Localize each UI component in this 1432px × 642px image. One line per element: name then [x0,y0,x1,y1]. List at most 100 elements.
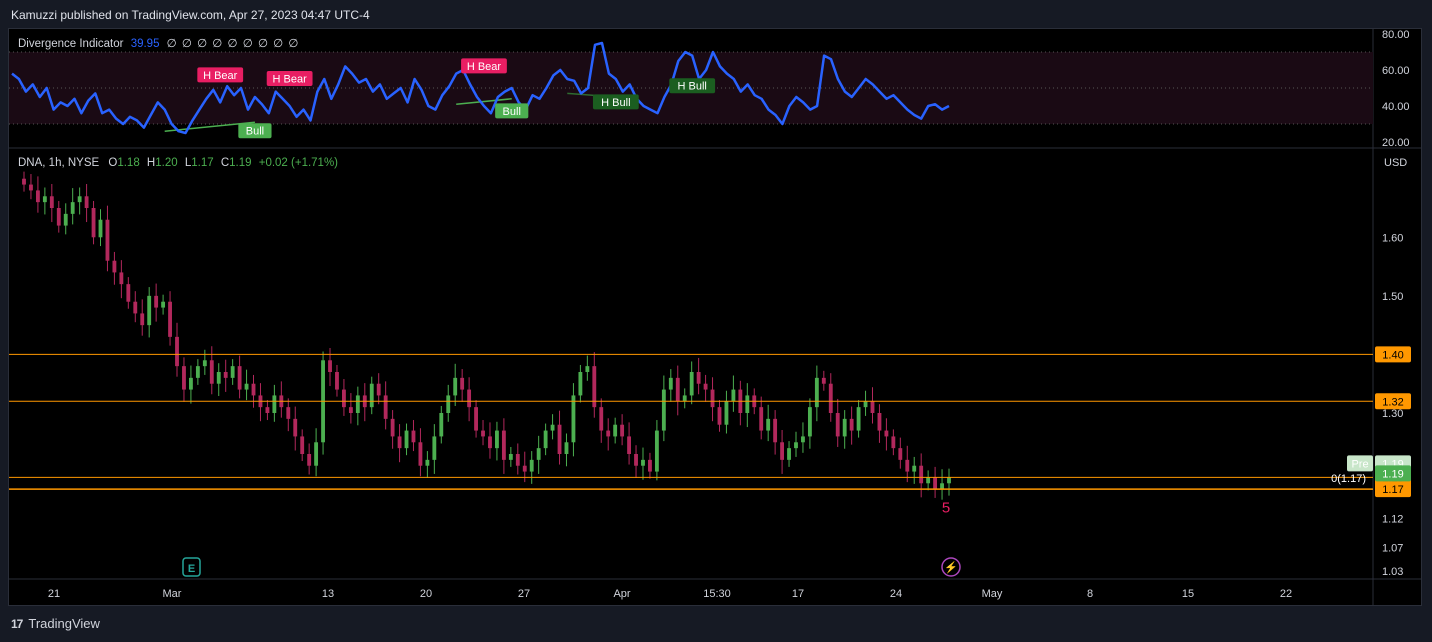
indicator-pane: H Bear H Bear Bull H Bear Bull H Bull H Bull [9,41,1373,139]
candle [209,346,214,395]
candle [98,209,103,247]
candle-body [453,377,458,396]
candle [105,205,110,272]
candle [592,352,597,418]
candle-body [495,430,499,449]
candle-body [161,301,166,308]
candle-body [293,418,298,437]
x-axis-tick: May [982,588,1003,600]
x-axis-tick: 17 [792,588,804,600]
candle-body [425,459,430,466]
chart-canvas[interactable]: H Bear H Bear Bull H Bear Bull H Bull H Bull 0… [9,29,1422,606]
divergence-label: Bull [495,103,529,119]
lightning-icon: ⚡ [941,557,961,577]
candle [348,393,353,424]
candle-body [536,448,541,460]
candle [411,420,416,452]
candle-body [835,413,840,437]
candle [161,294,166,315]
candle [724,390,729,434]
candle-body [411,430,416,443]
candle [112,251,117,285]
price-legend[interactable]: DNA, 1h, NYSE O1.18 H1.20 L1.17 C1.19 +0… [18,157,338,169]
candle [84,183,89,223]
candle-body [342,389,346,408]
x-axis-tick: 21 [48,588,60,600]
candle [689,361,694,405]
candle [460,369,465,402]
candle [383,381,388,430]
publisher-text: Kamuzzi published on TradingView.com, Ap… [11,8,370,22]
indicator-name: Divergence Indicator [18,38,124,50]
divergence-label-text: H Bull [678,81,707,93]
candle [501,418,506,474]
candle-body [84,196,89,208]
candle [140,299,145,336]
candle [529,451,534,484]
candle [418,428,423,477]
candle-body [202,360,207,367]
candle [696,357,701,395]
level-tag-text: 1.40 [1382,349,1403,361]
candle [821,370,826,391]
candle-body [348,407,353,413]
price-y-tick: 1.07 [1382,543,1403,555]
candle-body [627,436,631,454]
brand-text: TradingView [28,616,100,631]
level-tag-text: 1.32 [1382,396,1403,408]
candle-body [898,448,903,460]
candle [835,398,840,447]
candle [703,374,708,402]
candle [77,187,82,215]
candle-body [515,454,520,466]
candle [258,383,263,422]
candle-body [654,430,659,472]
tradingview-brand[interactable]: 17 TradingView [11,616,100,631]
divergence-label: Bull [238,123,272,139]
candle [481,420,485,446]
candle [641,447,645,480]
candle [314,428,319,477]
candle-body [335,372,339,390]
candle-body [446,395,451,413]
candle-body [328,360,332,372]
last-price-tag-value: 1.19 [1382,468,1403,480]
candle [188,365,193,404]
candle [362,383,367,422]
x-axis-tick: 13 [322,588,334,600]
candle-body [42,196,47,203]
candle [251,374,256,408]
candle-body [439,413,444,437]
close-key: C [220,157,230,169]
indicator-y-tick: 60.00 [1382,65,1410,77]
indicator-legend[interactable]: Divergence Indicator 39.95 ∅ ∅ ∅ ∅ ∅ ∅ ∅… [18,36,299,50]
publish-footer: 17 TradingView [0,606,1432,642]
candle [898,437,903,469]
candle [634,445,638,479]
candle [557,410,562,465]
candle-body [49,196,54,208]
candle [265,400,270,421]
candle [849,406,854,445]
candle-body [585,366,590,372]
candle [620,414,625,446]
candle [168,291,172,346]
x-axis-tick: 27 [518,588,530,600]
candle [390,410,395,449]
candle [668,369,673,402]
x-axis-tick: 15 [1182,588,1194,600]
divergence-label: H Bear [197,67,244,83]
candle [564,433,569,467]
candle-body [376,383,381,396]
candle-body [661,389,666,431]
candle [578,364,583,403]
chart-frame[interactable]: H Bear H Bear Bull H Bear Bull H Bull H Bull 0… [8,28,1422,606]
candle-body [56,208,61,226]
candle [474,400,478,438]
price-y-tick: 1.30 [1382,408,1403,420]
candle [926,470,931,491]
candle-body [807,407,812,437]
candle-body [126,284,131,302]
candle-body [105,219,110,261]
earnings-e-icon-text: E [188,563,195,575]
